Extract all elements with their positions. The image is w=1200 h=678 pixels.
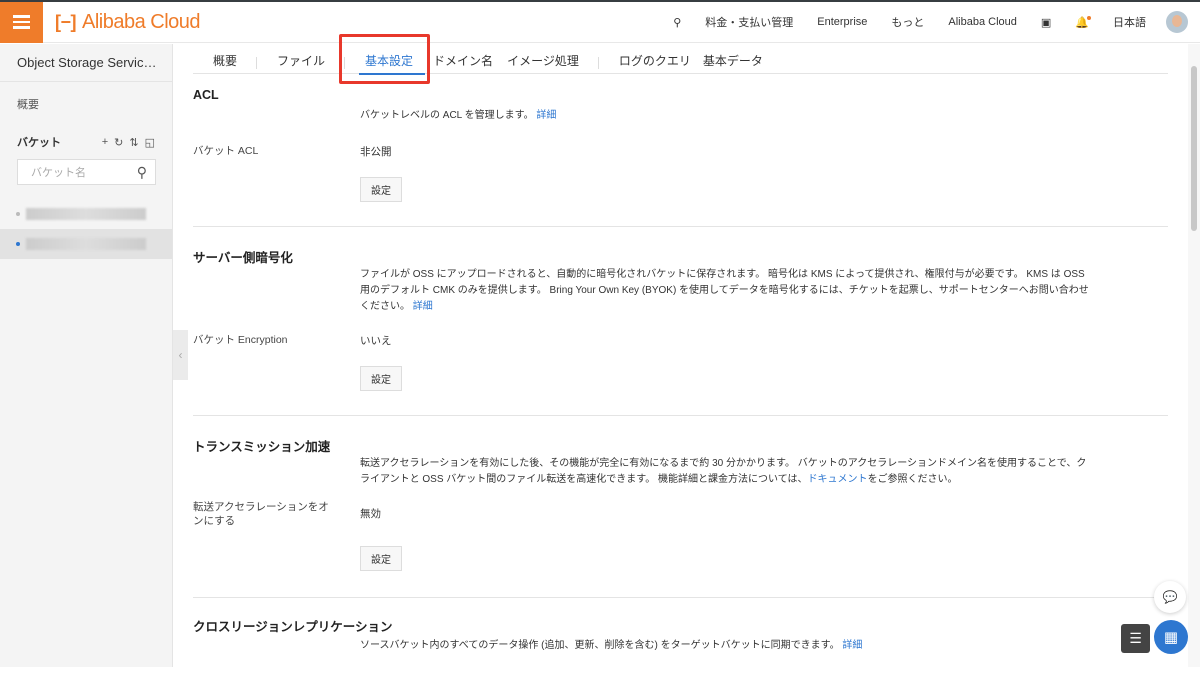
bucket-name-redacted <box>26 238 146 250</box>
scrollbar[interactable] <box>1188 44 1200 667</box>
apps-grid-icon: ▦ <box>1163 629 1179 646</box>
nav-billing[interactable]: 料金・支払い管理 <box>693 14 805 30</box>
buckets-heading: バケット <box>17 137 61 149</box>
bell-icon[interactable]: 🔔 <box>1063 15 1101 29</box>
bucket-name-redacted <box>26 208 146 220</box>
collapse-sidebar-handle[interactable]: ‹ <box>173 330 188 380</box>
documentation-link[interactable]: ドキュメント <box>808 474 868 485</box>
section-desc: ソースバケット内のすべてのデータ操作 (追加、更新、削除を含む) をターゲットバ… <box>360 640 840 651</box>
avatar[interactable] <box>1166 11 1188 33</box>
tab-image-processing[interactable]: イメージ処理 <box>499 44 599 74</box>
details-link[interactable]: 詳細 <box>842 640 862 651</box>
tab-overview[interactable]: 概要 <box>193 44 258 74</box>
section-desc-after: をご参照ください。 <box>867 474 958 485</box>
alibaba-cloud-logo[interactable]: [−] Alibaba Cloud <box>55 10 201 34</box>
menu-button[interactable] <box>0 1 43 43</box>
nav-enterprise[interactable]: Enterprise <box>805 16 879 28</box>
section-title: サーバー側暗号化 <box>193 251 293 265</box>
sort-icon[interactable]: ⇅ <box>129 136 138 149</box>
tab-log-query[interactable]: ログのクエリ <box>599 44 697 74</box>
sidebar: Object Storage Servic… 概要 バケット + ↻ ⇅ ◱ バケット… <box>0 44 173 667</box>
top-bar: [−] Alibaba Cloud ⚲ 料金・支払い管理 Enterprise も… <box>0 1 1200 43</box>
expand-icon[interactable]: ◱ <box>145 136 155 149</box>
field-value: 無効 <box>360 508 381 520</box>
terminal-icon[interactable]: ▣ <box>1029 16 1063 29</box>
bucket-item[interactable] <box>0 199 172 229</box>
field-value: いいえ <box>360 335 392 347</box>
apps-button[interactable]: ▦ <box>1154 620 1188 654</box>
list-icon: ☰ <box>1129 630 1142 646</box>
language-switch[interactable]: 日本語 <box>1101 14 1158 30</box>
bucket-dot-icon <box>16 242 20 246</box>
tab-basic-data[interactable]: 基本データ <box>697 44 769 74</box>
transfer-settings-button[interactable]: 設定 <box>360 546 402 571</box>
tab-files[interactable]: ファイル <box>257 44 346 74</box>
acl-settings-button[interactable]: 設定 <box>360 177 402 202</box>
details-link[interactable]: 詳細 <box>536 110 556 121</box>
nav-more[interactable]: もっと <box>879 14 936 30</box>
section-desc: バケットレベルの ACL を管理します。 <box>360 110 534 121</box>
field-label: バケット Encryption <box>193 334 288 346</box>
tab-domain[interactable]: ドメイン名 <box>433 44 499 74</box>
section-desc: ファイルが OSS にアップロードされると、自動的に暗号化されバケットに保存され… <box>360 269 1089 312</box>
acl-section: ACL バケットレベルの ACL を管理します。 詳細 バケット ACL 非公開… <box>193 74 1168 227</box>
refresh-icon[interactable]: ↻ <box>114 136 123 149</box>
encryption-settings-button[interactable]: 設定 <box>360 366 402 391</box>
sidebar-title: Object Storage Servic… <box>0 44 172 82</box>
list-button[interactable]: ☰ <box>1121 624 1150 653</box>
field-value: 非公開 <box>360 146 392 158</box>
sidebar-item-overview[interactable]: 概要 <box>0 96 172 112</box>
section-desc: 転送アクセラレーションを有効にした後、その機能が完全に有効になるまで約 30 分… <box>360 458 1087 485</box>
transfer-section: トランスミッション加速 転送アクセラレーションを有効にした後、その機能が完全に有… <box>193 416 1168 598</box>
field-label: 転送アクセラレーションをオンにする <box>193 501 329 527</box>
nav-alibaba-cloud[interactable]: Alibaba Cloud <box>936 16 1029 28</box>
section-title: トランスミッション加速 <box>193 440 331 454</box>
search-icon[interactable]: ⚲ <box>137 164 147 181</box>
logo-mark-icon: [−] <box>55 11 77 32</box>
bucket-item-selected[interactable] <box>0 229 172 259</box>
details-link[interactable]: 詳細 <box>413 301 433 312</box>
brand-name: Alibaba Cloud <box>82 10 201 33</box>
bucket-dot-icon <box>16 212 20 216</box>
encryption-section: サーバー側暗号化 ファイルが OSS にアップロードされると、自動的に暗号化され… <box>193 227 1168 416</box>
field-label: バケット ACL <box>193 145 259 157</box>
section-title: クロスリージョンレプリケーション <box>193 620 393 634</box>
chat-button[interactable]: 💬 <box>1154 581 1186 613</box>
search-icon[interactable]: ⚲ <box>661 16 693 29</box>
replication-section: クロスリージョンレプリケーション ソースバケット内のすべてのデータ操作 (追加、… <box>193 598 1168 678</box>
chat-icon: 💬 <box>1162 590 1178 604</box>
section-title: ACL <box>193 88 219 102</box>
search-placeholder: バケット名 <box>31 167 86 179</box>
add-icon[interactable]: + <box>102 136 108 149</box>
bucket-search-input[interactable]: バケット名 ⚲ <box>17 159 156 185</box>
